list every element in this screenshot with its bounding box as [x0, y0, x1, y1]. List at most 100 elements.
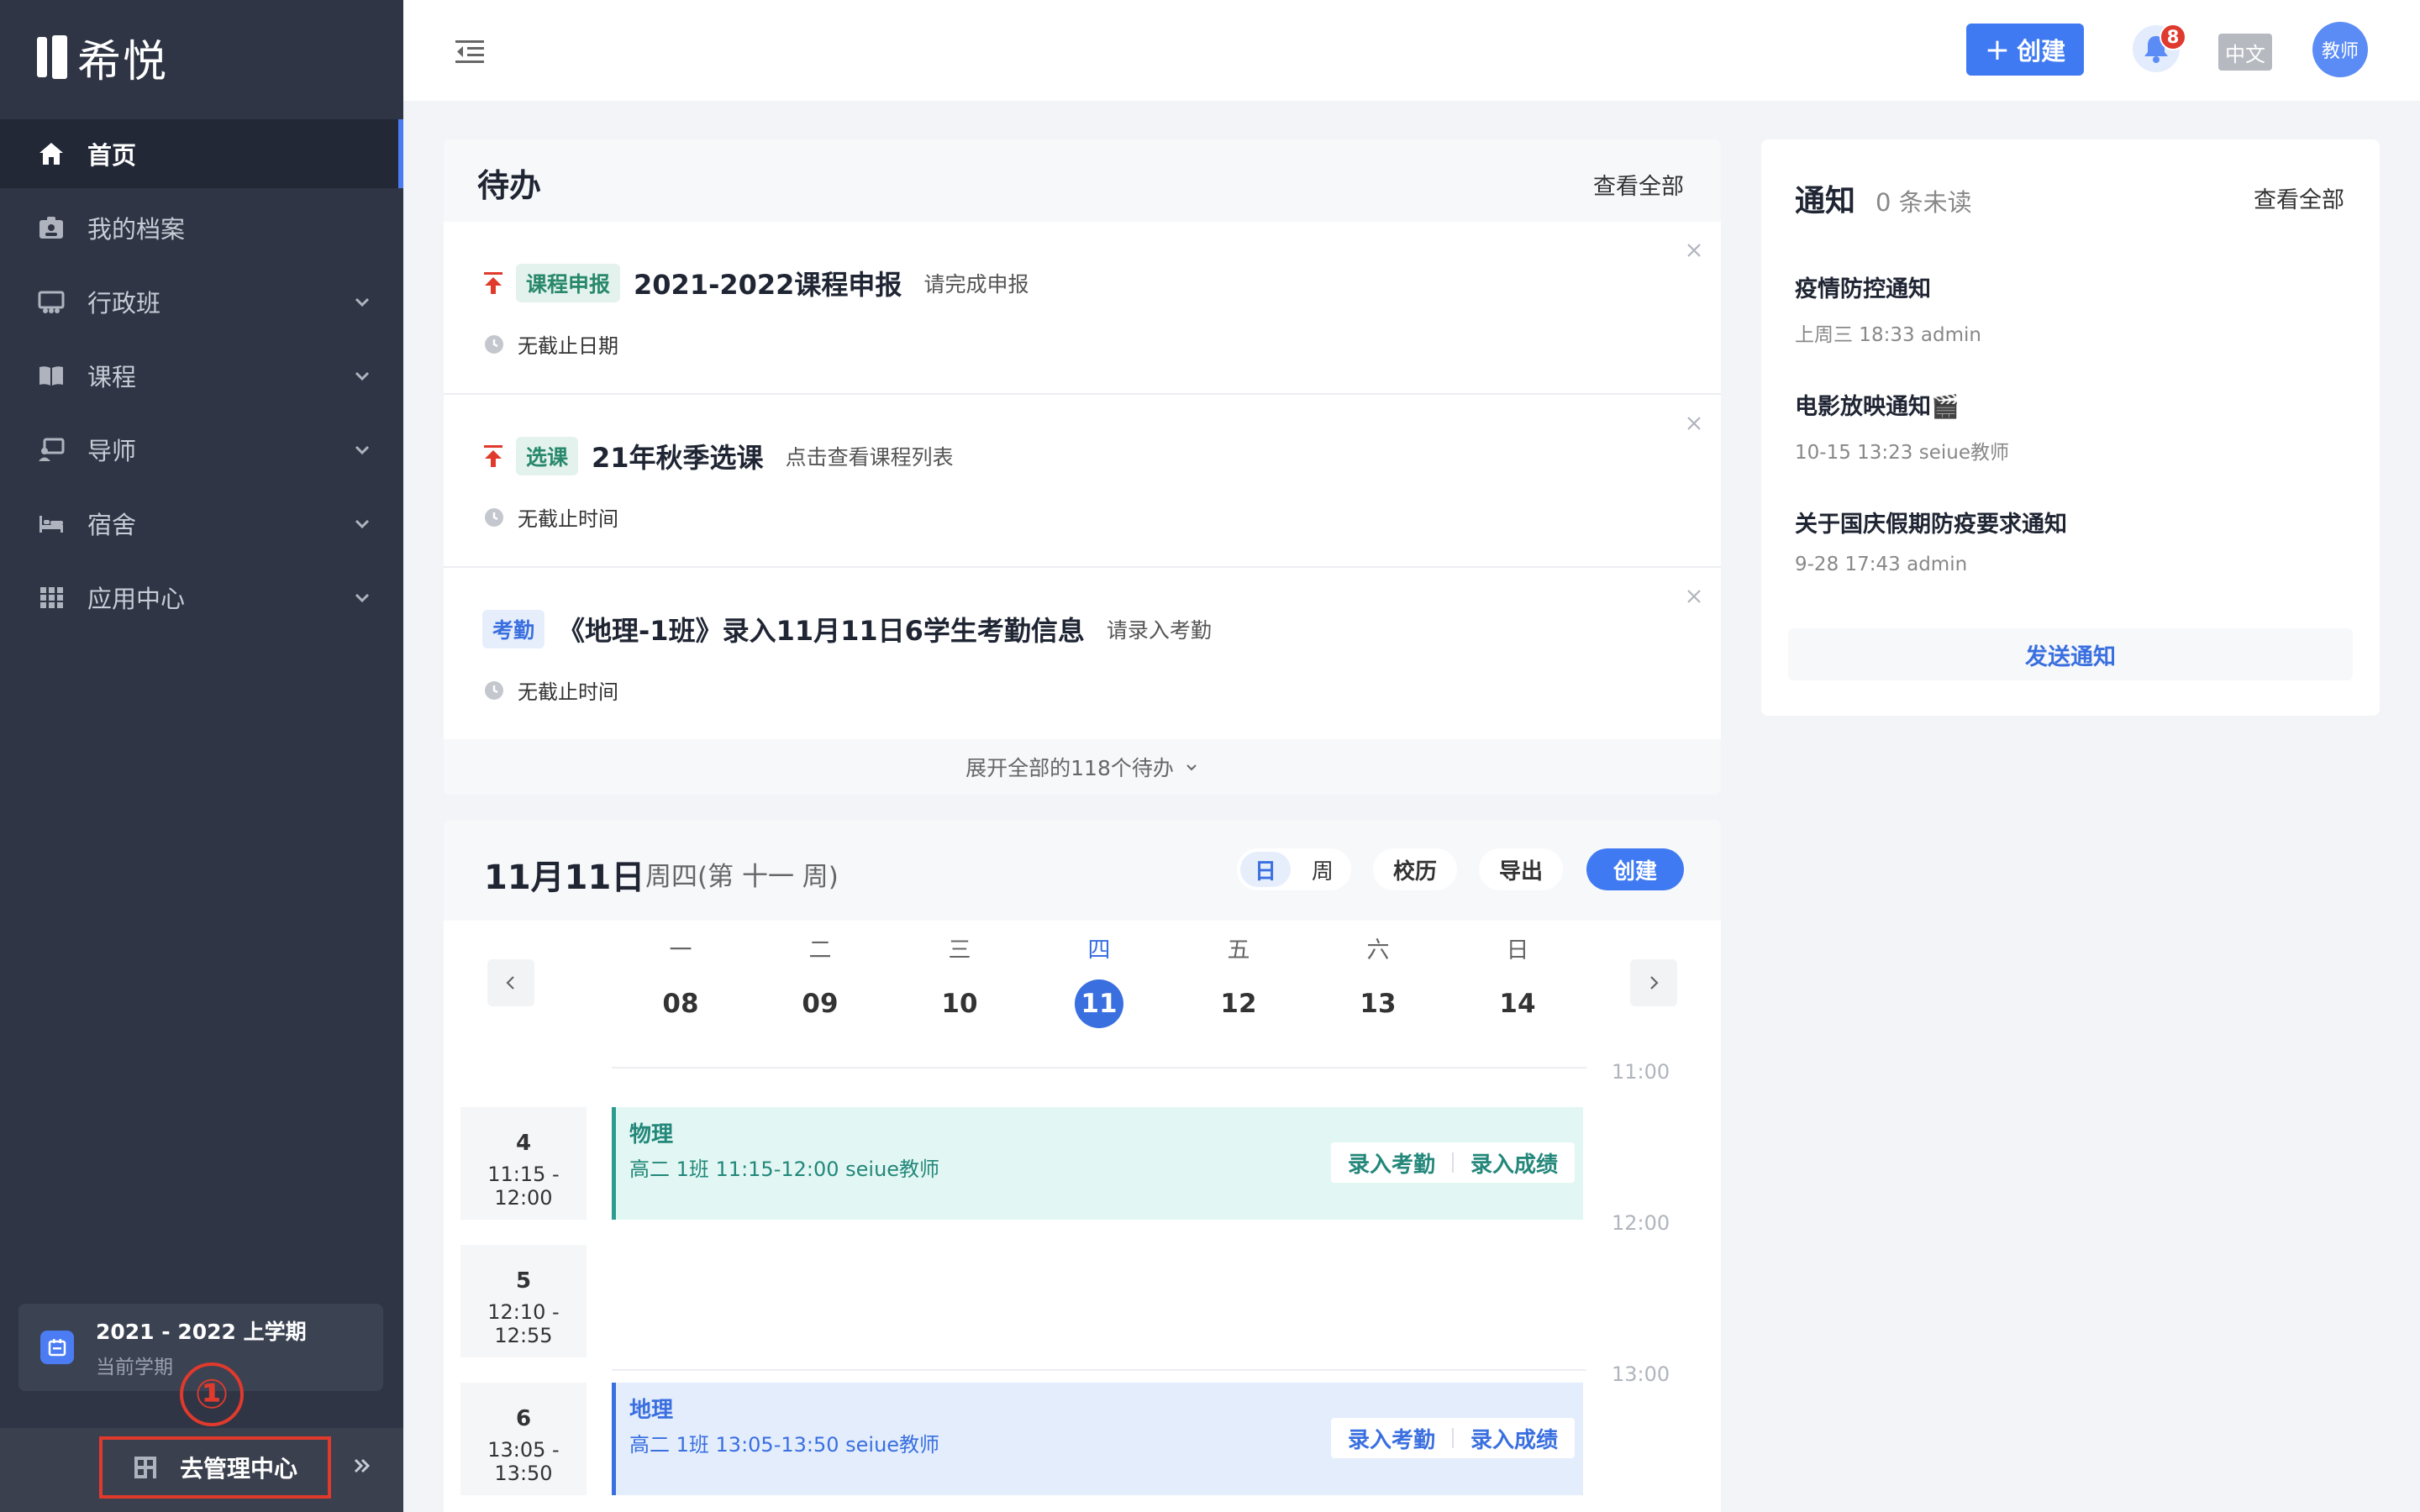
event-detail: 高二 1班 11:15-12:00 seiue教师 [629, 1158, 940, 1181]
hour-line [612, 1067, 1586, 1068]
day-column[interactable]: 三 10 [926, 934, 993, 1028]
calendar-icon [40, 1331, 74, 1364]
event-title: 物理 [629, 1122, 674, 1147]
language-switch[interactable]: 中文 [2218, 34, 2272, 71]
day-date: 12 [1220, 989, 1257, 1019]
todo-item[interactable]: 选课 21年秋季选课 点击查看课程列表 无截止时间 [444, 395, 1721, 568]
notice-item[interactable]: 疫情防控通知 上周三 18:33 admin [1795, 270, 2349, 347]
record-attendance-button[interactable]: 录入考勤 [1331, 1147, 1452, 1179]
sidebar-item-profile[interactable]: 我的档案 [0, 193, 403, 262]
todo-view-all-link[interactable]: 查看全部 [1593, 168, 1684, 201]
record-grades-button[interactable]: 录入成绩 [1454, 1423, 1575, 1454]
todo-item[interactable]: 考勤 《地理-1班》录入11月11日6学生考勤信息 请录入考勤 无截止时间 [444, 568, 1721, 741]
day-column[interactable]: 二 09 [786, 934, 854, 1028]
notice-item-meta: 上周三 18:33 admin [1795, 324, 1981, 346]
day-column[interactable]: 日 14 [1484, 934, 1551, 1028]
create-button[interactable]: + 创建 [1966, 24, 2084, 76]
day-column[interactable]: 五 12 [1205, 934, 1272, 1028]
sidebar-item-dorm[interactable]: 宿舍 [0, 489, 403, 558]
day-weekday: 六 [1366, 937, 1390, 963]
schedule-header: 11月11日 周四(第 十一 周) 日 周 校历 导出 创建 [444, 820, 1721, 921]
sidebar-item-apps[interactable]: 应用中心 [0, 563, 403, 632]
notice-panel: 通知 0 条未读 查看全部 疫情防控通知 上周三 18:33 admin 电影放… [1761, 139, 2380, 716]
semester-title: 2021 - 2022 上学期 [96, 1320, 307, 1344]
period-number: 4 [515, 1131, 532, 1156]
sidebar-item-label: 导师 [87, 437, 137, 465]
export-button[interactable]: 导出 [1479, 848, 1563, 890]
day-column-today[interactable]: 四 11 [1065, 934, 1133, 1028]
sidebar-item-label: 行政班 [87, 289, 161, 318]
time-label: 11:00 [1612, 1060, 1670, 1084]
period-slot: 4 11:15 - 12:00 [460, 1107, 587, 1220]
view-day-tab[interactable]: 日 [1240, 852, 1291, 887]
chevron-right-icon [1650, 976, 1659, 990]
notice-item[interactable]: 关于国庆假期防疫要求通知 9-28 17:43 admin [1795, 506, 2349, 575]
time-label: 13:00 [1612, 1362, 1670, 1386]
close-icon[interactable] [1684, 413, 1704, 433]
period-time: 12:10 - 12:55 [487, 1300, 560, 1347]
notice-item-title: 电影放映通知🎬 [1795, 394, 1960, 420]
chevron-down-icon [355, 371, 370, 381]
notice-unread-count: 0 条未读 [1876, 188, 1972, 217]
todo-item-desc[interactable]: 请完成申报 [923, 268, 1028, 298]
sidebar-item-label: 课程 [87, 363, 137, 391]
record-attendance-button[interactable]: 录入考勤 [1331, 1423, 1452, 1454]
prev-week-button[interactable] [487, 959, 534, 1006]
go-admin-center-button[interactable]: 去管理中心 [99, 1436, 331, 1499]
close-icon[interactable] [1684, 586, 1704, 606]
day-weekday: 四 [1087, 937, 1111, 963]
period-number: 5 [515, 1268, 532, 1294]
apps-icon [37, 583, 66, 612]
bed-icon [37, 509, 66, 538]
double-chevron-right-icon[interactable] [351, 1455, 373, 1477]
chevron-down-icon [355, 445, 370, 455]
notice-item-title: 疫情防控通知 [1795, 276, 1931, 302]
close-icon[interactable] [1684, 240, 1704, 260]
collapse-sidebar-icon[interactable] [455, 39, 484, 64]
sidebar-item-label: 首页 [87, 141, 137, 170]
notice-item-meta: 9-28 17:43 admin [1795, 554, 1968, 575]
day-weekday: 五 [1227, 937, 1250, 963]
day-date: 10 [941, 989, 978, 1019]
todo-panel: 待办 查看全部 课程申报 2021-2022课程申报 请完成申报 无截止日期 选… [444, 139, 1721, 795]
logo-text: 希悦 [77, 36, 169, 87]
avatar[interactable]: 教师 [2312, 22, 2368, 77]
day-weekday: 三 [948, 937, 971, 963]
todo-item[interactable]: 课程申报 2021-2022课程申报 请完成申报 无截止日期 [444, 222, 1721, 395]
chevron-down-icon [355, 297, 370, 307]
record-grades-button[interactable]: 录入成绩 [1454, 1147, 1575, 1179]
class-event[interactable]: 地理 高二 1班 13:05-13:50 seiue教师 录入考勤 录入成绩 [612, 1383, 1583, 1495]
schedule-week-info: 周四(第 十一 周) [645, 862, 839, 892]
book-icon [37, 361, 66, 390]
notice-item[interactable]: 电影放映通知🎬 10-15 13:23 seiue教师 [1795, 388, 2349, 465]
time-label: 12:00 [1612, 1211, 1670, 1235]
sidebar-item-mentor[interactable]: 导师 [0, 415, 403, 484]
day-column[interactable]: 一 08 [647, 934, 714, 1028]
schedule-create-button[interactable]: 创建 [1586, 848, 1684, 890]
next-week-button[interactable] [1630, 959, 1677, 1006]
class-event[interactable]: 物理 高二 1班 11:15-12:00 seiue教师 录入考勤 录入成绩 [612, 1107, 1583, 1220]
day-column[interactable]: 六 13 [1344, 934, 1412, 1028]
notice-title: 通知 [1795, 184, 1856, 218]
period-number: 6 [515, 1406, 532, 1431]
admin-center-label: 去管理中心 [179, 1455, 297, 1483]
day-date: 13 [1360, 989, 1397, 1019]
todo-item-desc[interactable]: 点击查看课程列表 [786, 441, 954, 471]
sidebar-item-home[interactable]: 首页 [0, 119, 403, 188]
notice-view-all-link[interactable]: 查看全部 [2254, 181, 2344, 214]
logo[interactable]: 希悦 [37, 30, 168, 87]
todo-item-desc[interactable]: 请录入考勤 [1107, 614, 1212, 644]
todo-tag: 课程申报 [516, 264, 621, 302]
send-notice-button[interactable]: 发送通知 [1788, 628, 2353, 680]
school-calendar-button[interactable]: 校历 [1373, 848, 1457, 890]
class-icon [37, 287, 66, 316]
period-slot: 6 13:05 - 13:50 [460, 1383, 587, 1495]
expand-all-todos[interactable]: 展开全部的118个待办 [444, 739, 1721, 795]
todo-header: 待办 查看全部 [444, 139, 1721, 222]
sidebar-item-admin-class[interactable]: 行政班 [0, 267, 403, 336]
view-week-tab[interactable]: 周 [1297, 852, 1348, 887]
top-bar: + 创建 8 中文 教师 [403, 0, 2420, 101]
todo-tag: 选课 [516, 437, 579, 475]
sidebar-item-course[interactable]: 课程 [0, 341, 403, 410]
clock-icon [485, 680, 503, 700]
